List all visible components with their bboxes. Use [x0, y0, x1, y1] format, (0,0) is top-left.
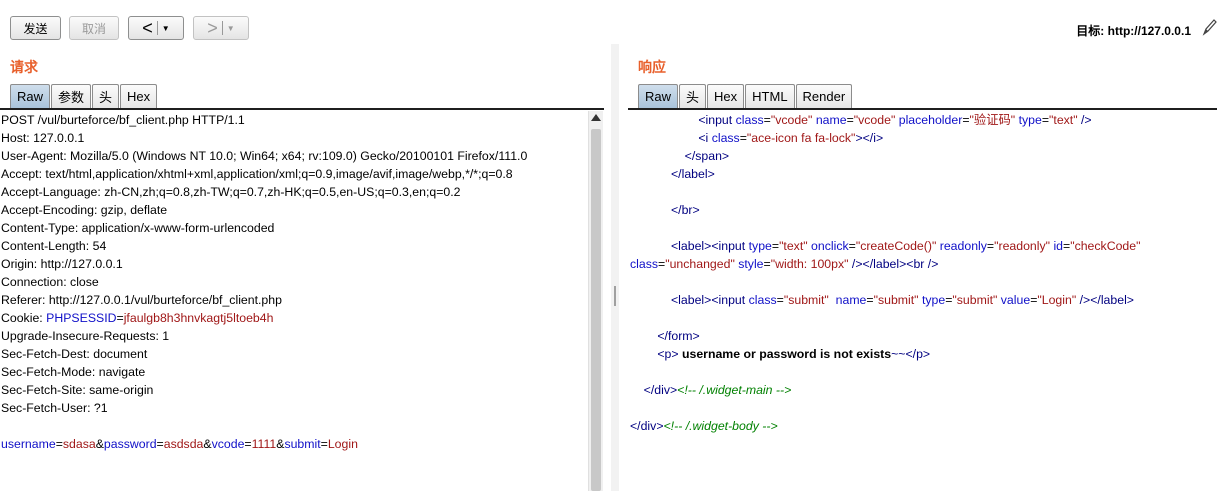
cookie-value: jfaulgb8h3hnvkagtj5ltoeb4h: [123, 311, 274, 325]
request-line: POST /vul/burteforce/bf_client.php HTTP/…: [1, 113, 245, 127]
request-body: username=sdasa&password=asdsda&vcode=111…: [1, 437, 358, 451]
request-tab-params[interactable]: 参数: [51, 84, 92, 108]
request-title: 请求: [10, 59, 38, 75]
request-tab-headers[interactable]: 头: [92, 84, 120, 108]
request-line: Sec-Fetch-Mode: navigate: [1, 365, 146, 379]
response-line: class="unchanged" style="width: 100px" /…: [630, 257, 939, 271]
request-line: Sec-Fetch-Dest: document: [1, 347, 148, 361]
cancel-button[interactable]: 取消: [69, 16, 119, 40]
request-line: Sec-Fetch-User: ?1: [1, 401, 108, 415]
response-line: </div><!-- /.widget-main -->: [643, 383, 792, 397]
back-arrow-icon: <: [142, 18, 153, 38]
request-editor[interactable]: POST /vul/burteforce/bf_client.php HTTP/…: [1, 111, 587, 491]
response-line: </label>: [671, 167, 715, 181]
forward-button[interactable]: > ▼: [193, 16, 249, 40]
request-line: Accept: text/html,application/xhtml+xml,…: [1, 167, 513, 181]
response-line: <i class="ace-icon fa fa-lock"></i>: [698, 131, 884, 145]
request-line: Upgrade-Insecure-Requests: 1: [1, 329, 170, 343]
cookie-name: PHPSESSID: [46, 311, 117, 325]
response-line: </br>: [671, 203, 700, 217]
scroll-up-icon[interactable]: [591, 114, 601, 121]
request-line: Content-Type: application/x-www-form-url…: [1, 221, 275, 235]
response-line: <label><input class="submit" name="submi…: [671, 293, 1134, 307]
response-tab-raw[interactable]: Raw: [638, 84, 679, 108]
request-scrollbar[interactable]: [588, 111, 603, 491]
response-title: 响应: [638, 59, 666, 75]
forward-dropdown-icon[interactable]: ▼: [227, 24, 235, 33]
request-line: Referer: http://127.0.0.1/vul/burteforce…: [1, 293, 282, 307]
scroll-thumb[interactable]: [591, 129, 601, 491]
response-line: </form>: [657, 329, 700, 343]
response-tab-headers[interactable]: 头: [679, 84, 707, 108]
request-line: User-Agent: Mozilla/5.0 (Windows NT 10.0…: [1, 149, 528, 163]
response-line: </div><!-- /.widget-body -->: [630, 419, 778, 433]
request-line: Connection: close: [1, 275, 99, 289]
response-line: </span>: [684, 149, 730, 163]
pane-splitter[interactable]: [611, 44, 619, 491]
request-line: Accept-Language: zh-CN,zh;q=0.8,zh-TW;q=…: [1, 185, 461, 199]
request-tabs: Raw 参数 头 Hex: [10, 84, 158, 108]
cookie-line: Cookie: PHPSESSID=jfaulgb8h3hnvkagtj5lto…: [1, 311, 274, 325]
response-message: username or password is not exists: [681, 347, 892, 361]
send-button[interactable]: 发送: [10, 16, 61, 40]
request-tab-hex[interactable]: Hex: [120, 84, 158, 108]
response-editor[interactable]: <input class="vcode" name="vcode" placeh…: [630, 111, 1217, 491]
response-tabs: Raw 头 Hex HTML Render: [638, 84, 853, 108]
request-line: Origin: http://127.0.0.1: [1, 257, 123, 271]
response-line: <label><input type="text" onclick="creat…: [671, 239, 1141, 253]
response-tab-hex[interactable]: Hex: [707, 84, 745, 108]
request-line: Accept-Encoding: gzip, deflate: [1, 203, 168, 217]
response-tab-html[interactable]: HTML: [745, 84, 795, 108]
response-tab-render[interactable]: Render: [795, 84, 853, 108]
request-tab-raw[interactable]: Raw: [10, 84, 51, 108]
request-line: Content-Length: 54: [1, 239, 107, 253]
edit-target-icon[interactable]: [1201, 17, 1217, 37]
forward-arrow-icon: >: [207, 18, 218, 38]
target-label: 目标: http://127.0.0.1: [1076, 24, 1191, 38]
back-dropdown-icon[interactable]: ▼: [162, 24, 170, 33]
request-line: Host: 127.0.0.1: [1, 131, 85, 145]
back-button[interactable]: < ▼: [128, 16, 184, 40]
request-line: Sec-Fetch-Site: same-origin: [1, 383, 154, 397]
toolbar: 发送 取消 < ▼ > ▼ 目标: http://127.0.0.1: [0, 0, 1217, 44]
response-line: <input class="vcode" name="vcode" placeh…: [698, 113, 1092, 127]
response-line: <p> username or password is not exists~~…: [657, 347, 931, 361]
